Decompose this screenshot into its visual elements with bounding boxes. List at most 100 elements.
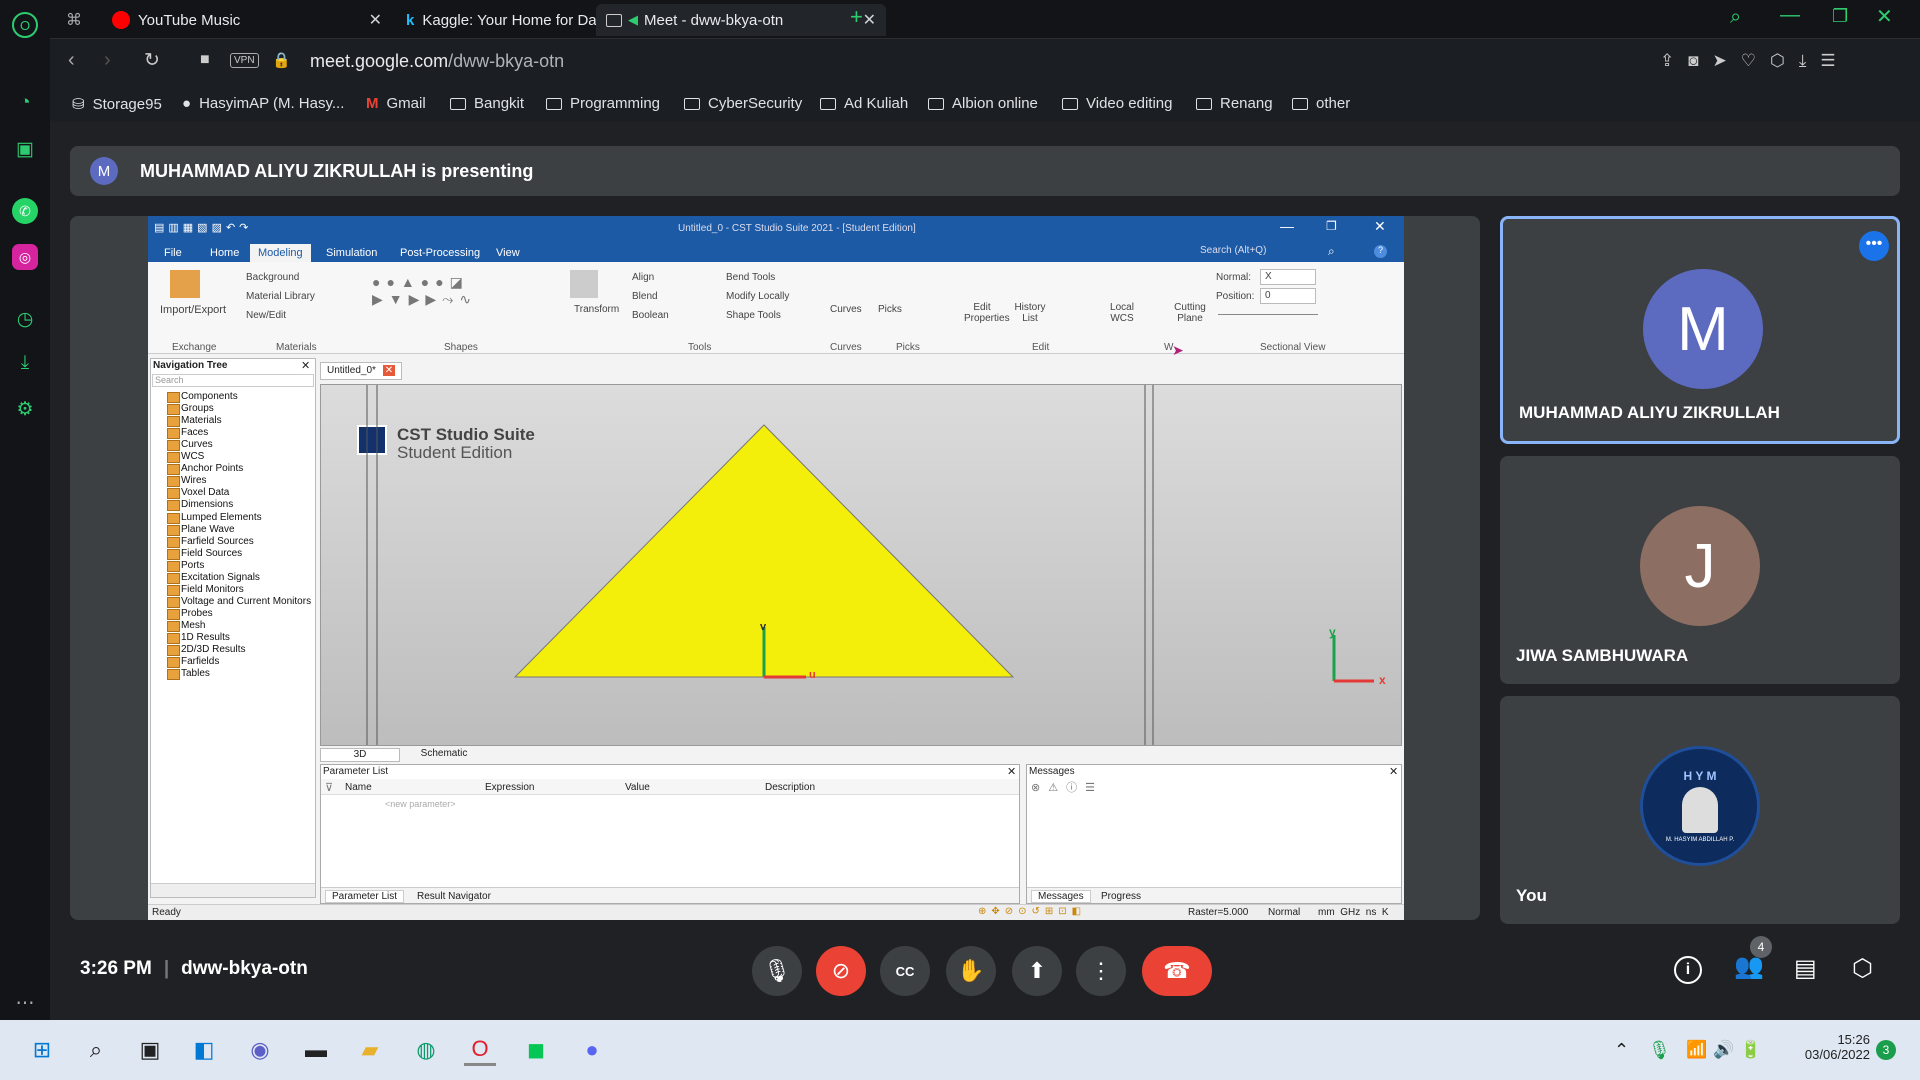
- tree-item[interactable]: Anchor Points: [166, 463, 243, 476]
- microphone-button[interactable]: 🎙: [752, 946, 802, 996]
- back-icon[interactable]: ‹: [68, 49, 75, 72]
- cst-search-input[interactable]: Search (Alt+Q): [1200, 245, 1340, 260]
- background-button[interactable]: Background: [246, 272, 299, 283]
- tree-item[interactable]: Faces: [166, 427, 208, 440]
- bookmark-storage95[interactable]: ⛁ Storage95: [72, 95, 162, 114]
- blend-button[interactable]: Blend: [632, 291, 658, 302]
- vpn-badge[interactable]: VPN: [230, 53, 259, 68]
- shape-tools-button[interactable]: Shape Tools: [726, 310, 781, 321]
- tree-item[interactable]: Wires: [167, 475, 207, 488]
- close-icon[interactable]: ✕: [1374, 218, 1386, 235]
- bookmark-folder[interactable]: Video editing: [1062, 95, 1172, 112]
- windows-start-icon[interactable]: ⊞: [26, 1034, 58, 1066]
- import-export-button[interactable]: Import/Export: [160, 304, 226, 316]
- more-options-button[interactable]: ⋮: [1076, 946, 1126, 996]
- opera-logo-icon[interactable]: O: [12, 12, 38, 38]
- toolbar-icons[interactable]: ⇪◙➤♡⬡⤓☰: [1660, 51, 1850, 71]
- close-icon[interactable]: ✕: [1007, 765, 1016, 778]
- tree-item[interactable]: Plane Wave: [167, 524, 235, 536]
- status-tool-icons[interactable]: ⊕✥⊘⊙↺⊞⊡◧: [978, 906, 1086, 917]
- tree-item[interactable]: Tables: [167, 668, 210, 681]
- bookmark-folder[interactable]: Renang: [1196, 95, 1273, 112]
- raise-hand-button[interactable]: ✋: [946, 946, 996, 996]
- tree-item[interactable]: Curves: [167, 439, 213, 452]
- activities-icon[interactable]: ⬡: [1852, 954, 1873, 983]
- col-description[interactable]: Description: [765, 782, 815, 793]
- tab-result-navigator[interactable]: Result Navigator: [417, 891, 491, 902]
- whatsapp-icon[interactable]: ✆: [12, 198, 38, 224]
- widgets-icon[interactable]: ◧: [188, 1034, 220, 1066]
- present-button[interactable]: ⬆: [1012, 946, 1062, 996]
- tree-item[interactable]: Mesh: [166, 620, 205, 632]
- bookmark-folder[interactable]: Albion online: [928, 95, 1038, 112]
- system-tray-icons[interactable]: 📶🔊🔋: [1686, 1040, 1768, 1060]
- task-view-icon[interactable]: ▣: [134, 1034, 166, 1066]
- history-icon[interactable]: ◷: [12, 306, 38, 332]
- tree-item[interactable]: Materials: [167, 415, 222, 428]
- meeting-info-icon[interactable]: i: [1674, 956, 1702, 984]
- modify-locally-button[interactable]: Modify Locally: [726, 291, 789, 302]
- minimize-icon[interactable]: —: [1280, 218, 1294, 234]
- help-icon[interactable]: ?: [1374, 245, 1387, 258]
- clock[interactable]: 15:26 03/06/2022: [1800, 1032, 1870, 1062]
- opera-icon[interactable]: O: [464, 1034, 496, 1066]
- menu-post-processing[interactable]: Post-Processing: [392, 244, 488, 262]
- tab-parameter-list[interactable]: Parameter List: [325, 890, 405, 903]
- camera-icon[interactable]: ■: [200, 51, 210, 69]
- tree-item[interactable]: Ports: [166, 560, 204, 572]
- view-tab-schematic[interactable]: Schematic: [404, 748, 484, 762]
- 3d-viewport[interactable]: CST Studio Suite Student Edition v u y x: [320, 384, 1402, 746]
- nav-search-input[interactable]: Search: [152, 374, 314, 387]
- bookmark-gmail[interactable]: M Gmail: [366, 95, 426, 112]
- leave-call-button[interactable]: ☎: [1142, 946, 1212, 996]
- align-button[interactable]: Align: [632, 272, 654, 283]
- more-icon[interactable]: ⋯: [12, 990, 38, 1016]
- tree-item[interactable]: Groups: [167, 403, 214, 416]
- teams-chat-icon[interactable]: ◉: [244, 1034, 276, 1066]
- bookmark-folder[interactable]: Bangkit: [450, 95, 524, 112]
- bookmark-folder[interactable]: CyberSecurity: [684, 95, 802, 112]
- view-tab-3d[interactable]: 3D: [320, 748, 400, 762]
- bookmark-folder[interactable]: Programming: [546, 95, 660, 112]
- search-icon[interactable]: ⌕: [1328, 244, 1335, 259]
- bookmark-github[interactable]: ● HasyimAP (M. Hasy...: [182, 95, 344, 112]
- normal-select[interactable]: X: [1260, 269, 1316, 285]
- edit-properties-button[interactable]: Edit Properties: [964, 302, 1010, 324]
- curves-button[interactable]: Curves: [830, 304, 862, 315]
- terminal-icon[interactable]: ▬: [300, 1034, 332, 1066]
- speed-dial-icon[interactable]: ◔: [12, 90, 38, 116]
- tree-item[interactable]: Farfields: [166, 656, 219, 669]
- triangle-patch[interactable]: [321, 385, 1401, 745]
- discord-icon[interactable]: ●: [576, 1034, 608, 1066]
- boolean-button[interactable]: Boolean: [632, 310, 669, 321]
- tree-item[interactable]: Voltage and Current Monitors: [166, 596, 311, 608]
- camera-off-button[interactable]: ⊘: [816, 946, 866, 996]
- participant-tile-self[interactable]: H Y M M. HASYIM ABDILLAH P. You: [1500, 696, 1900, 924]
- material-library-button[interactable]: Material Library: [246, 291, 315, 302]
- chevron-up-icon[interactable]: ⌃: [1614, 1040, 1629, 1061]
- menu-modeling[interactable]: Modeling: [250, 244, 311, 262]
- new-parameter-row[interactable]: <new parameter>: [385, 799, 456, 809]
- tree-item[interactable]: WCS: [166, 451, 204, 464]
- tree-item[interactable]: Lumped Elements: [167, 512, 262, 524]
- forward-icon[interactable]: ›: [104, 49, 111, 72]
- position-slider[interactable]: [1218, 314, 1318, 315]
- shapes-icons[interactable]: ●●▲●●◪ ▶▼▶▶⤳∿: [372, 274, 477, 308]
- line-icon[interactable]: ◼: [520, 1034, 552, 1066]
- tree-item[interactable]: Field Sources: [166, 548, 242, 560]
- position-input[interactable]: 0: [1260, 288, 1316, 304]
- tree-item[interactable]: Excitation Signals: [167, 572, 260, 584]
- gamepad-icon[interactable]: ⌘: [66, 10, 82, 30]
- tab-messages[interactable]: Messages: [1031, 890, 1091, 903]
- tree-item[interactable]: Probes: [167, 608, 213, 620]
- captions-button[interactable]: CC: [880, 946, 930, 996]
- tree-item[interactable]: 1D Results: [167, 632, 230, 644]
- tab-meet[interactable]: ◀ Meet - dww-bkya-otn ✕: [596, 4, 886, 36]
- bend-tools-button[interactable]: Bend Tools: [726, 272, 775, 283]
- tree-item[interactable]: 2D/3D Results: [166, 644, 245, 657]
- microphone-icon[interactable]: 🎙: [1648, 1040, 1671, 1061]
- tab-youtube-music[interactable]: YouTube Music ✕: [102, 4, 392, 36]
- close-icon[interactable]: ✕: [1389, 765, 1398, 778]
- tree-item[interactable]: Field Monitors: [167, 584, 244, 596]
- nav-scrollbar[interactable]: [151, 883, 315, 897]
